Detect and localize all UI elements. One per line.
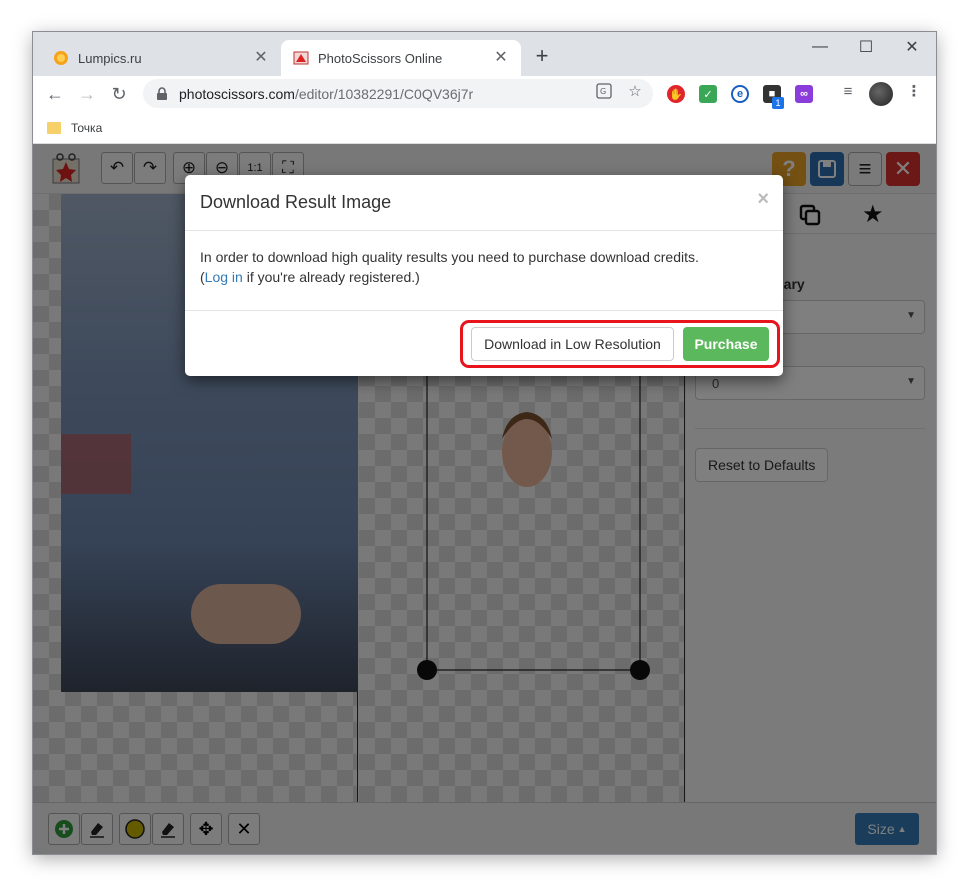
orange-circle-icon — [54, 51, 68, 65]
back-arrow-icon[interactable]: ← — [41, 80, 69, 108]
dialog-body: In order to download high quality result… — [185, 231, 783, 311]
url-path: /editor/10382291/C0QV36j7r — [294, 85, 474, 102]
check-extension-icon[interactable]: ✓ — [699, 85, 717, 103]
minimize-button[interactable]: — — [797, 32, 843, 62]
menu-kebab-icon[interactable]: ⋮ — [903, 80, 925, 102]
forward-arrow-icon[interactable]: → — [73, 80, 101, 108]
login-link[interactable]: Log in — [205, 269, 243, 285]
browser-toolbar: ← → ↻ photoscissors.com/editor/10382291/… — [33, 76, 936, 112]
adblock-extension-icon[interactable]: ✋ — [667, 85, 685, 103]
purchase-button[interactable]: Purchase — [683, 327, 769, 361]
folder-icon — [47, 121, 61, 134]
bookmarks-bar: Точка — [33, 112, 936, 144]
tab-photoscissors[interactable]: PhotoScissors Online ✕ — [281, 40, 521, 76]
maximize-button[interactable]: ☐ — [843, 32, 889, 62]
address-bar[interactable]: photoscissors.com/editor/10382291/C0QV36… — [143, 79, 653, 108]
login-suffix: if you're already registered.) — [242, 269, 420, 285]
tab-close-icon[interactable]: ✕ — [253, 50, 269, 66]
photoscissors-icon — [293, 51, 309, 65]
download-low-res-button[interactable]: Download in Low Resolution — [471, 327, 674, 361]
profile-avatar[interactable] — [869, 82, 893, 106]
svg-text:G: G — [600, 87, 606, 96]
purple-extension-icon[interactable]: ∞ — [795, 85, 813, 103]
reload-icon[interactable]: ↻ — [105, 80, 133, 108]
dialog-message: In order to download high quality result… — [200, 249, 699, 265]
dialog-footer: Download in Low Resolution Purchase — [185, 311, 783, 376]
star-bookmark-icon[interactable]: ☆ — [624, 80, 646, 102]
tab-title: Lumpics.ru — [78, 50, 142, 66]
tab-close-icon[interactable]: ✕ — [493, 50, 509, 66]
lock-icon — [157, 86, 167, 100]
dialog-login-line: (Log in if you're already registered.) — [200, 267, 768, 287]
translate-icon[interactable]: G — [593, 80, 615, 102]
extension-badge: 1 — [772, 97, 784, 109]
tab-strip: Lumpics.ru ✕ PhotoScissors Online ✕ + — … — [33, 32, 936, 76]
dialog-close-icon[interactable]: × — [757, 188, 769, 211]
browser-window: Lumpics.ru ✕ PhotoScissors Online ✕ + — … — [33, 32, 936, 854]
globe-extension-icon[interactable]: e — [731, 85, 749, 103]
dialog-title: Download Result Image — [200, 192, 392, 212]
url-host: photoscissors.com — [179, 85, 295, 102]
close-window-button[interactable]: ✕ — [889, 32, 935, 62]
tab-lumpics[interactable]: Lumpics.ru ✕ — [41, 40, 281, 76]
tab-title: PhotoScissors Online — [318, 50, 443, 66]
new-tab-button[interactable]: + — [531, 45, 553, 68]
media-queue-icon[interactable]: ≡ — [837, 80, 859, 102]
dialog-header: Download Result Image × — [185, 175, 783, 231]
bookmark-item[interactable]: Точка — [71, 121, 102, 135]
download-dialog: Download Result Image × In order to down… — [185, 175, 783, 376]
